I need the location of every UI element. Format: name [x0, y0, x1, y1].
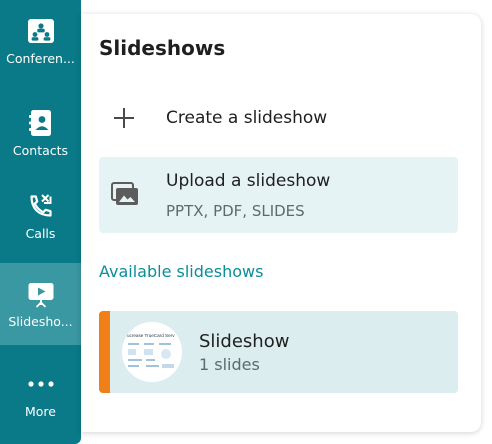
- conference-icon: [27, 17, 55, 45]
- sidebar: Conferen... Contacts Calls Slidesho... M…: [0, 0, 81, 444]
- sidebar-item-slideshows[interactable]: Slidesho...: [0, 263, 81, 345]
- calls-icon: [27, 192, 55, 220]
- app-root: Conferen... Contacts Calls Slidesho... M…: [0, 0, 492, 444]
- plus-icon: [99, 107, 149, 129]
- slideshow-list-item[interactable]: ucrease TrueCard Serv Slideshow 1 slides: [99, 311, 458, 393]
- available-slideshows-heading: Available slideshows: [99, 262, 264, 281]
- sidebar-item-label: Conferen...: [6, 50, 75, 66]
- thumbnail-title: ucrease TrueCard Serv: [127, 333, 175, 338]
- upload-slideshow-title: Upload a slideshow: [166, 171, 331, 191]
- sidebar-item-contacts[interactable]: Contacts: [0, 92, 81, 174]
- create-slideshow-button[interactable]: Create a slideshow: [99, 94, 458, 142]
- sidebar-item-label: More: [25, 403, 56, 419]
- sidebar-item-conference[interactable]: Conferen...: [0, 0, 81, 82]
- sidebar-item-label: Contacts: [12, 142, 69, 158]
- page-title: Slideshows: [99, 36, 226, 60]
- upload-formats-text: PPTX, PDF, SLIDES: [166, 202, 305, 220]
- selection-accent: [99, 311, 110, 393]
- sidebar-item-label: Slidesho...: [8, 313, 73, 329]
- more-icon: [27, 370, 55, 398]
- contacts-icon: [27, 109, 55, 137]
- slideshow-icon: [27, 280, 55, 308]
- slideshow-thumbnail: ucrease TrueCard Serv: [122, 322, 182, 382]
- sidebar-item-label: Calls: [25, 225, 56, 241]
- sidebar-item-more[interactable]: More: [0, 353, 81, 435]
- slideshow-title: Slideshow: [199, 331, 290, 352]
- slide-count: 1 slides: [199, 355, 260, 374]
- slideshows-panel: Slideshows Create a slideshow Upload a s…: [81, 14, 481, 432]
- upload-slideshow-button[interactable]: Upload a slideshow PPTX, PDF, SLIDES: [99, 157, 458, 233]
- sidebar-item-calls[interactable]: Calls: [0, 175, 81, 257]
- image-upload-icon: [111, 181, 139, 209]
- create-slideshow-label: Create a slideshow: [166, 108, 328, 128]
